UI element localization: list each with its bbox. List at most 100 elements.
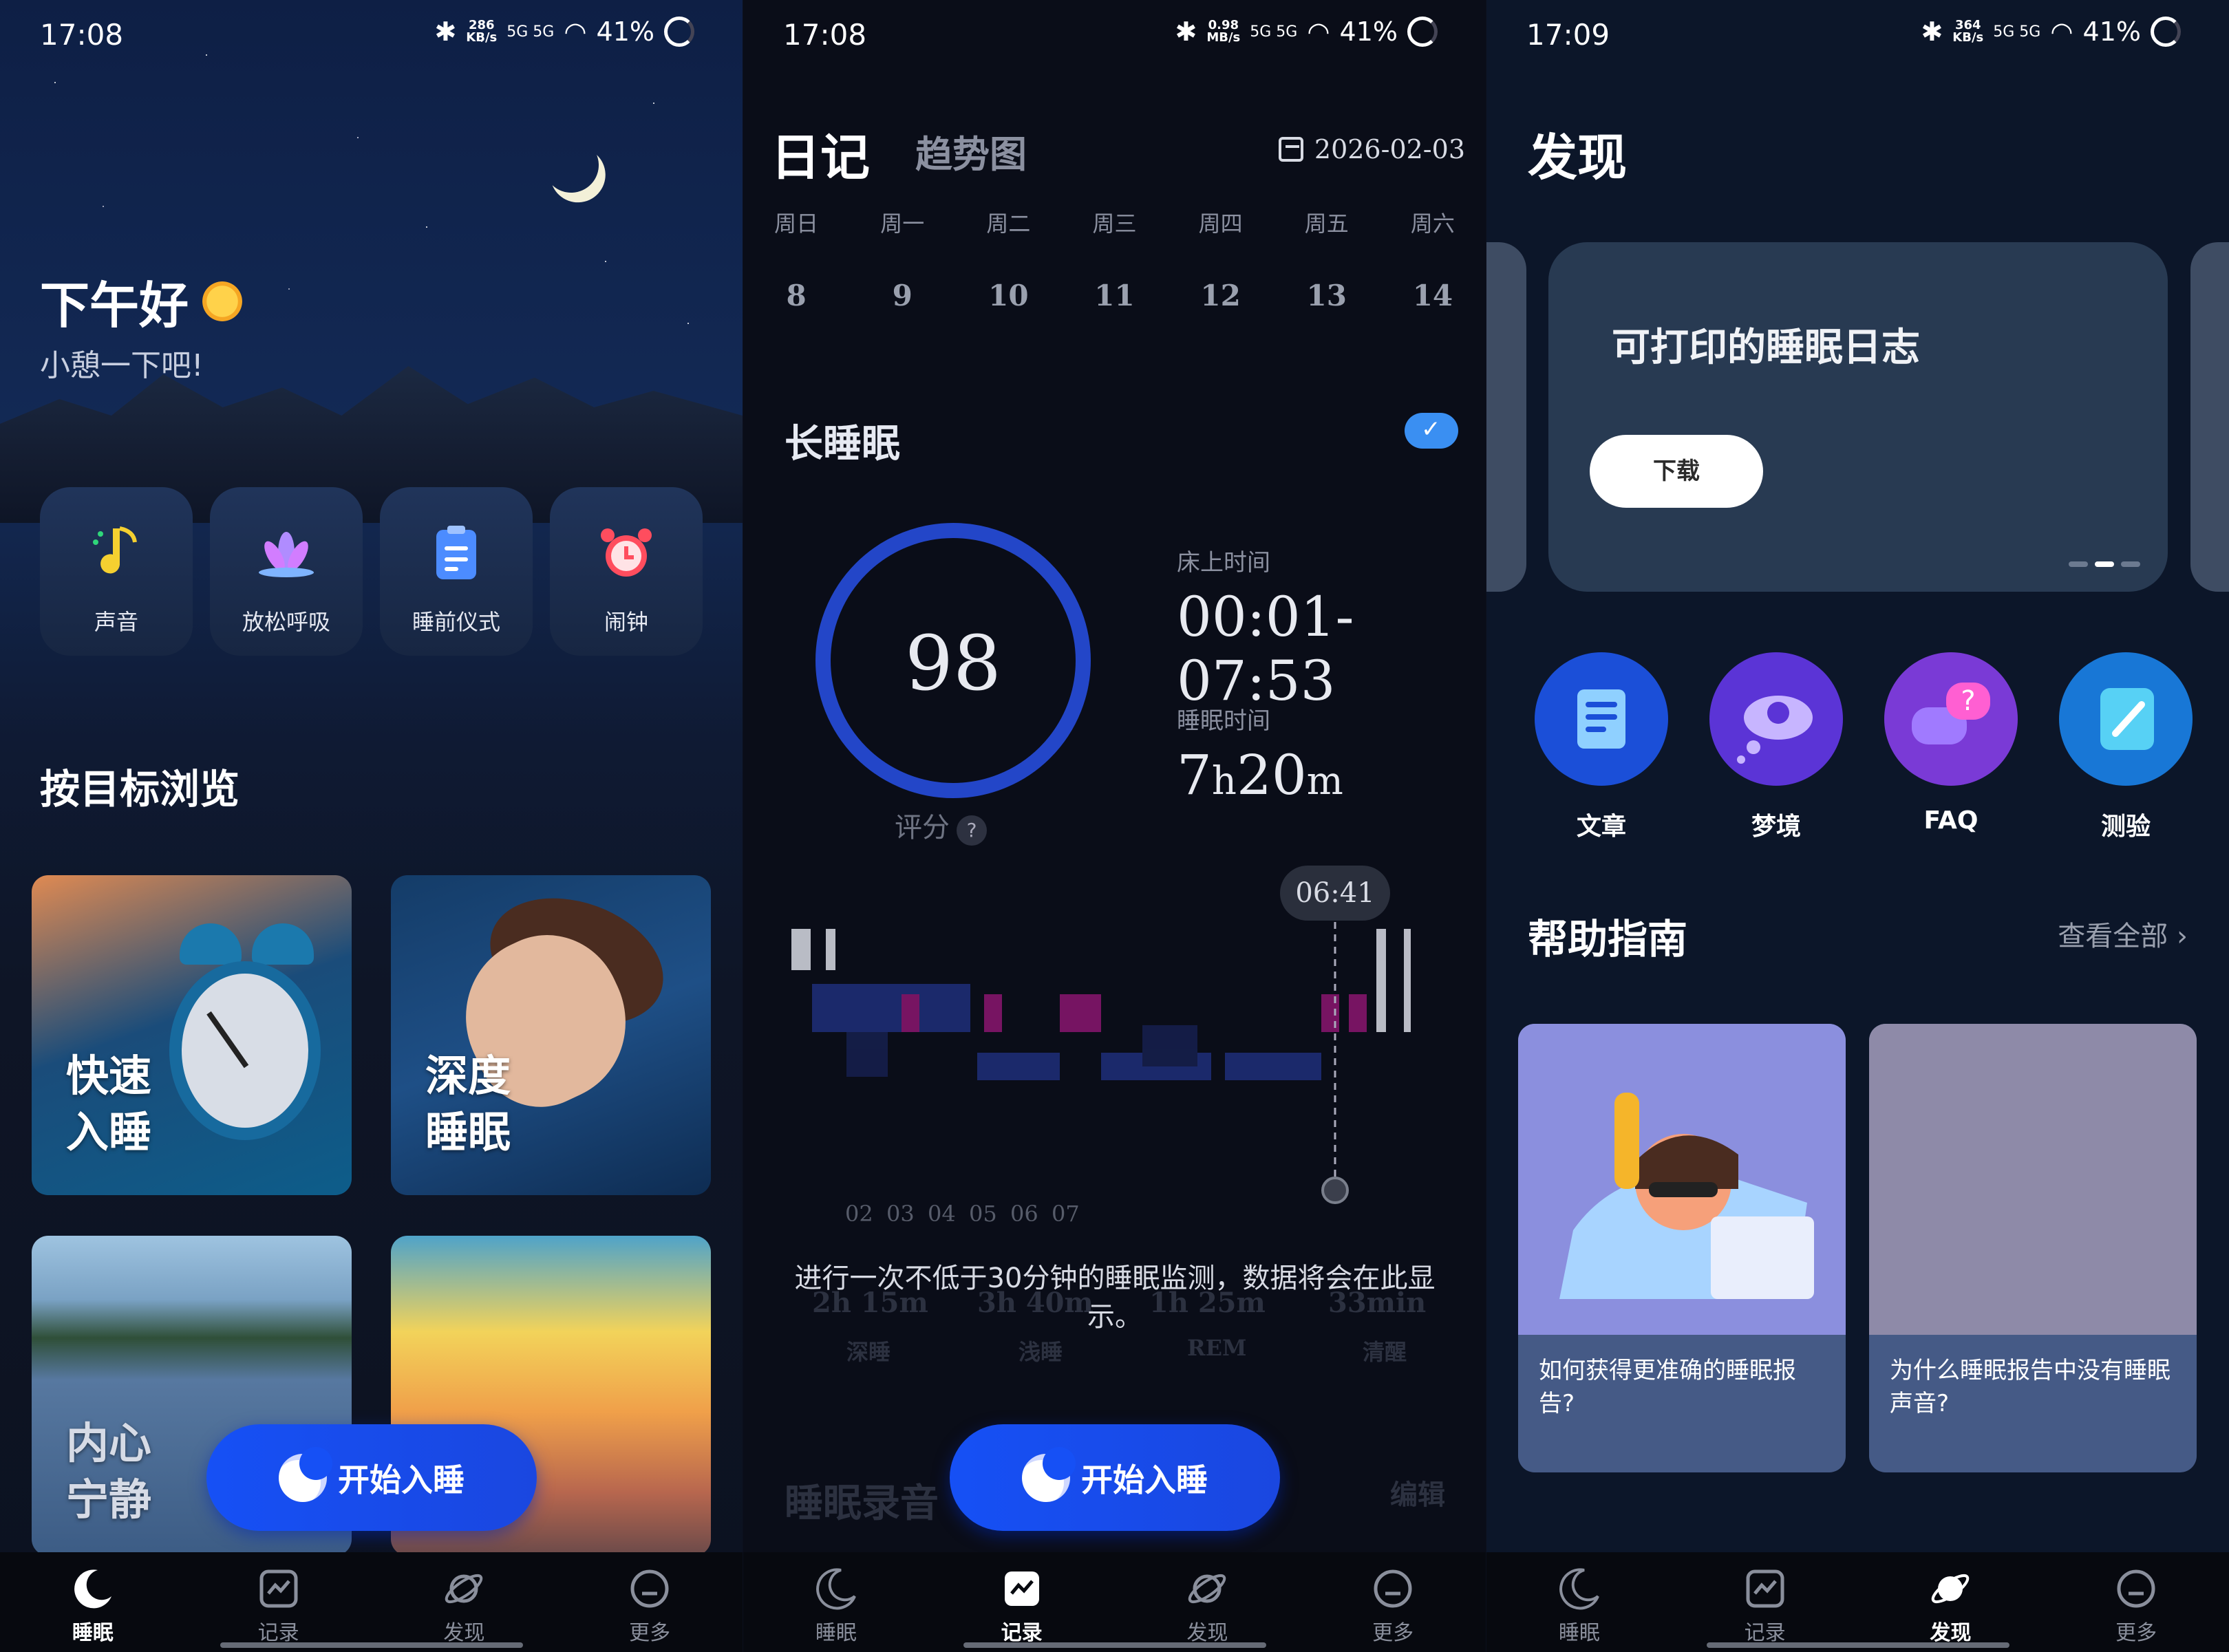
quiz-pencil-icon (2059, 652, 2193, 786)
hour-label: 07 (1052, 1201, 1080, 1227)
browse-by-goal-title: 按目标浏览 (40, 766, 240, 813)
start-sleep-button[interactable]: 开始入睡 (206, 1424, 537, 1531)
tab-records[interactable]: 记录 (186, 1552, 372, 1652)
light-sleep-label: 浅睡 (1018, 1339, 1063, 1365)
rem-segment (1060, 994, 1101, 1032)
hour-label: 06 (1010, 1201, 1038, 1227)
carousel-next-card[interactable] (2190, 242, 2229, 592)
guide-card[interactable]: 为什么睡眠报告中没有睡眠声音? (1869, 1024, 2197, 1472)
tab-more[interactable]: 更多 (1300, 1552, 1486, 1652)
moon-icon (1557, 1566, 1602, 1611)
tab-more[interactable]: 更多 (557, 1552, 743, 1652)
battery-level: 41% (596, 17, 654, 47)
day-cell[interactable]: 13 (1274, 279, 1380, 312)
guide-illustration (1518, 1024, 1846, 1335)
sun-icon (202, 281, 243, 321)
quick-action-breathing[interactable]: 放松呼吸 (210, 487, 363, 656)
weekday-label: 周五 (1304, 211, 1349, 237)
bed-time-label: 床上时间 (1177, 549, 1270, 577)
day-cell[interactable]: 14 (1380, 279, 1486, 312)
music-note-icon (85, 522, 147, 583)
rem-segment (1349, 994, 1367, 1032)
tab-discover[interactable]: 发现 (372, 1552, 557, 1652)
long-sleep-title: 长睡眠 (785, 422, 900, 466)
date-picker[interactable]: 2026-02-03 (1278, 134, 1465, 164)
awake-segment (1376, 929, 1386, 1032)
planet-icon (1928, 1566, 1973, 1611)
bottom-tab-bar: 睡眠 记录 发现 更多 (0, 1552, 743, 1652)
rem-segment (902, 994, 919, 1032)
net-speed: 364 KB/s (1952, 18, 1984, 45)
net-speed: 0.98 MB/s (1206, 18, 1241, 45)
day-cell[interactable]: 12 (1168, 279, 1274, 312)
day-cell[interactable]: 10 (955, 279, 1061, 312)
quick-action-label: 睡前仪式 (412, 609, 500, 635)
quick-action-bedtime-ritual[interactable]: 睡前仪式 (380, 487, 533, 656)
feature-articles[interactable]: 文章 (1535, 652, 1668, 842)
tile-deep-sleep[interactable]: 深度 睡眠 (391, 875, 711, 1195)
chart-icon (999, 1566, 1045, 1611)
greeting: 下午好 (40, 265, 243, 337)
tab-sleep[interactable]: 睡眠 (1486, 1552, 1672, 1652)
quick-action-alarm[interactable]: 闹钟 (550, 487, 703, 656)
status-bar: 17:09 ✱ 364 KB/s 5G 5G ◠ 41% (1486, 0, 2229, 69)
tab-diary[interactable]: 日记 (771, 117, 870, 189)
light-sleep-segment (812, 984, 970, 1032)
awake-label: 清醒 (1363, 1339, 1407, 1365)
home-indicator (1706, 1642, 2009, 1648)
bluetooth-icon: ✱ (434, 17, 457, 47)
view-all-link[interactable]: 查看全部 › (2058, 914, 2188, 954)
day-cell[interactable]: 9 (849, 279, 955, 312)
download-button[interactable]: 下载 (1590, 435, 1763, 508)
banner-card[interactable]: 可打印的睡眠日志 下载 (1548, 242, 2168, 592)
feature-faq[interactable]: ? FAQ (1884, 652, 2018, 835)
tab-records[interactable]: 记录 (1672, 1552, 1858, 1652)
help-icon[interactable]: ? (957, 815, 987, 846)
moon-icon (813, 1566, 859, 1611)
carousel-prev-card[interactable] (1486, 242, 1526, 592)
tab-more[interactable]: 更多 (2043, 1552, 2229, 1652)
rem-segment (1321, 994, 1339, 1032)
guide-illustration-placeholder (1869, 1024, 2197, 1335)
weekday-label: 周六 (1410, 211, 1455, 237)
tab-discover[interactable]: 发现 (1115, 1552, 1301, 1652)
feature-dreams[interactable]: 梦境 (1709, 652, 1843, 842)
sleeping-moon-icon (279, 1446, 332, 1502)
quick-action-label: 闹钟 (604, 609, 648, 635)
battery-ring-icon (664, 17, 694, 47)
tab-sleep[interactable]: 睡眠 (743, 1552, 929, 1652)
quick-action-label: 放松呼吸 (242, 609, 330, 635)
alarm-clock-image (169, 961, 321, 1140)
signal-icon: 5G 5G (1250, 23, 1298, 41)
guide-card-text: 为什么睡眠报告中没有睡眠声音? (1890, 1357, 2171, 1417)
start-sleep-button[interactable]: 开始入睡 (950, 1424, 1280, 1531)
guide-card-text: 如何获得更准确的睡眠报告? (1539, 1357, 1796, 1417)
guide-card[interactable]: 如何获得更准确的睡眠报告? (1518, 1024, 1846, 1472)
weekday-label: 周一 (880, 211, 925, 237)
cloud-synced-icon[interactable] (1405, 413, 1458, 449)
battery-ring-icon (2151, 17, 2181, 47)
status-time: 17:08 (40, 18, 124, 52)
records-screen: 17:08 ✱ 0.98 MB/s 5G 5G ◠ 41% 日记 趋势图 2026… (743, 0, 1486, 1652)
tile-fall-asleep-fast[interactable]: 快速 入睡 (32, 875, 352, 1195)
weekday-label: 周日 (774, 211, 819, 237)
day-cell[interactable]: 11 (1061, 279, 1167, 312)
status-bar: 17:08 ✱ 286 KB/s 5G 5G ◠ 41% (0, 0, 743, 69)
day-cell[interactable]: 8 (743, 279, 849, 312)
tab-records[interactable]: 记录 (929, 1552, 1115, 1652)
awake-segment (791, 929, 811, 970)
tab-sleep[interactable]: 睡眠 (0, 1552, 186, 1652)
quick-action-sound[interactable]: 声音 (40, 487, 193, 656)
tab-trend-chart[interactable]: 趋势图 (915, 124, 1027, 178)
edit-link[interactable]: 编辑 (1390, 1472, 1445, 1512)
weekday-label: 周二 (986, 211, 1031, 237)
sleeping-moon-icon (1022, 1446, 1076, 1502)
hour-label: 04 (928, 1201, 956, 1227)
alarm-clock-icon (595, 522, 657, 583)
home-screen: 17:08 ✱ 286 KB/s 5G 5G ◠ 41% 下午好 小憩一下吧! 声… (0, 0, 743, 1652)
tile-label: 快速 入睡 (66, 1051, 152, 1157)
feature-quiz[interactable]: 测验 (2059, 652, 2193, 842)
weekday-row: 周日 周一 周二 周三 周四 周五 周六 (743, 206, 1486, 238)
weekday-label: 周三 (1092, 211, 1137, 237)
tab-discover[interactable]: 发现 (1858, 1552, 2044, 1652)
